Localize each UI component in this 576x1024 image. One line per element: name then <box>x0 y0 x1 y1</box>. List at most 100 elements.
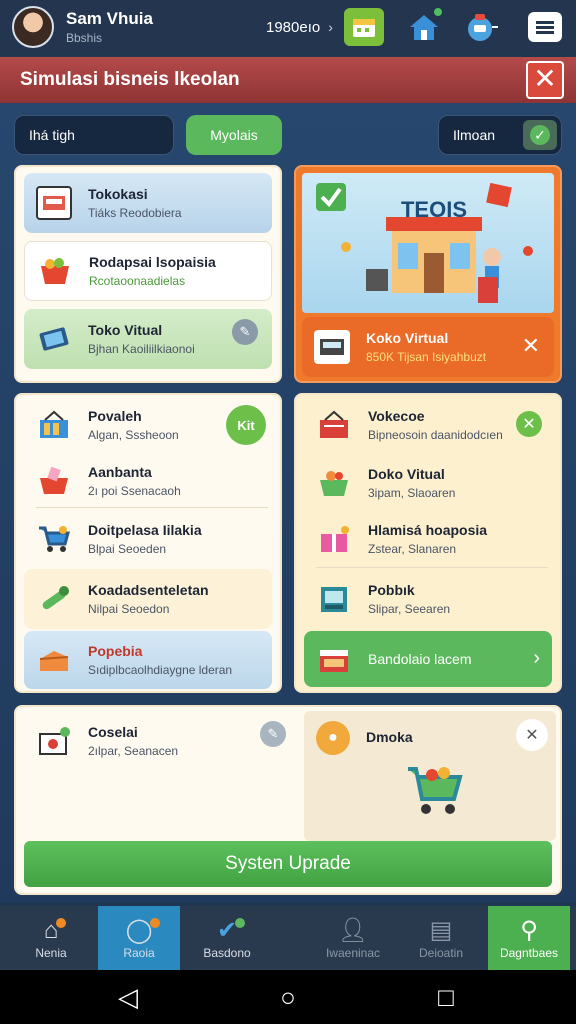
list-item-title: Doko Vitual <box>368 466 445 482</box>
list-item-title: Rodapsai lsopaisia <box>89 254 216 270</box>
close-icon[interactable]: ✕ <box>516 719 548 751</box>
menu-icon[interactable] <box>528 12 562 42</box>
balance-value: 1980eıo <box>266 18 321 36</box>
nav-item-check[interactable]: ✔ Basdono <box>186 906 268 970</box>
back-icon[interactable]: ◁ <box>108 982 148 1013</box>
divider <box>316 567 548 568</box>
close-icon[interactable]: ✕ <box>516 411 542 437</box>
list-item[interactable]: Povaleh Algan, Sssheoon Kit <box>24 397 272 453</box>
list-item-title: Pobbık <box>368 582 415 598</box>
notification-dot <box>432 6 444 18</box>
gift-box-icon <box>316 522 352 556</box>
nav-item-search[interactable]: ⚲ Dagntbaes <box>488 906 570 970</box>
chevron-right-icon: › <box>533 647 540 669</box>
kit-badge[interactable]: Kit <box>226 405 266 445</box>
bottom-nav: ⌂ Nenia ◯ Raoia ✔ Basdono 👤︎ Iwaeninac ▤… <box>0 906 576 970</box>
feature-row[interactable]: Koko Virtual 850K Tijsan Isiyahbuzt ✕ <box>302 317 554 377</box>
system-upgrade-button[interactable]: Systen Uprade <box>24 841 552 887</box>
calendar-icon[interactable] <box>344 8 384 46</box>
list-item-subtitle: Slipar, Seearen <box>368 602 451 616</box>
list-item-subtitle: Algan, Sssheoon <box>88 428 179 442</box>
right-filter-label: Ilmoan <box>453 127 496 143</box>
tab-active[interactable]: Myolais <box>186 115 282 155</box>
list-item[interactable]: Vokecoe Bipneosoin daanidodcıen ✕ <box>304 397 552 453</box>
robot-icon[interactable] <box>462 8 502 46</box>
list-item[interactable]: Doitpelasa Iilakia Blpai Seoeden <box>24 511 272 567</box>
feature-subtitle: 850K Tijsan Isiyahbuzt <box>366 350 487 364</box>
nav-item-active[interactable]: ◯ Raoia <box>98 906 180 970</box>
cart-panel[interactable]: ● Dmoka ✕ <box>304 711 556 841</box>
nav-label: Deioatin <box>418 946 464 960</box>
filter-toggle-icon[interactable]: ✓ <box>523 120 557 150</box>
list-item-title: Coselai <box>88 724 138 740</box>
register-icon <box>314 330 350 364</box>
close-icon[interactable]: ✕ <box>522 333 540 359</box>
main-board: Ihá tigh Myolais Ilmoan ✓ Tokokasi Tiáks… <box>0 103 576 903</box>
feature-card[interactable]: TEOIS Koko Virtual 850K Tijsan Isiyahbuz… <box>294 165 562 383</box>
close-button[interactable]: ✕ <box>526 61 564 99</box>
list-item[interactable]: Toko Vitual Bjhan Kaoiliilkiaonoi ✎ <box>24 309 272 369</box>
title-bar: Simulasi bisneis lkeolan ✕ <box>0 57 576 103</box>
search-input[interactable]: Ihá tigh <box>14 115 174 155</box>
crate-icon <box>36 408 72 442</box>
box-icon <box>36 643 72 677</box>
list-item[interactable]: Popebia Sıdiplbcaolhdiaygne lderan <box>24 631 272 689</box>
list-item[interactable]: Doko Vitual 3ipam, Slaoaren <box>304 455 552 511</box>
machine-icon <box>316 582 352 616</box>
divider <box>36 507 268 508</box>
feature-title: Koko Virtual <box>366 330 449 346</box>
list-item[interactable]: Tokokasi Tiáks Reodobiera <box>24 173 272 233</box>
home-circle-icon[interactable]: ○ <box>268 982 308 1013</box>
list-item-title: Koadadsenteletan <box>88 582 209 598</box>
list-item-title: Doitpelasa Iilakia <box>88 522 202 538</box>
cart-icon <box>36 522 72 556</box>
home-icon[interactable] <box>404 6 444 46</box>
list-item-title: Aanbanta <box>88 464 152 480</box>
list-item[interactable]: Koadadsenteletan Nilpai Seoedon <box>24 569 272 629</box>
balance-display[interactable]: 1980eıo › <box>266 19 333 36</box>
nav-item-home[interactable]: ⌂ Nenia <box>10 906 92 970</box>
wrench-icon <box>36 582 72 616</box>
avatar[interactable] <box>12 6 54 48</box>
nav-label: Iwaeninac <box>325 946 381 960</box>
nav-label: Raoia <box>123 946 155 960</box>
recents-icon[interactable]: □ <box>426 982 466 1013</box>
list-item-title: Hlamisá hoaposia <box>368 522 488 538</box>
cart-panel-title: Dmoka <box>366 729 413 745</box>
list-item[interactable]: Coselai 2ılpar, Seanacen ✎ <box>24 711 286 771</box>
list-item[interactable]: Pobbık Slipar, Seearen <box>304 571 552 627</box>
user-block: Sam Vhuia Bbshis <box>66 9 236 45</box>
edit-icon[interactable]: ✎ <box>232 319 258 345</box>
list-item-subtitle: Bipneosoin daanidodcıen <box>368 428 503 442</box>
list-item-subtitle: 2ı poi Ssenacaoh <box>88 484 181 498</box>
crate-red-icon <box>316 408 352 442</box>
list-item-subtitle: 3ipam, Slaoaren <box>368 486 456 500</box>
basket-icon <box>37 254 73 288</box>
shop-register-icon <box>36 186 72 220</box>
bottom-card: Coselai 2ılpar, Seanacen ✎ ● Dmoka ✕ Sys… <box>14 705 562 895</box>
house-icon: ⌂ <box>44 916 67 946</box>
list-item[interactable]: Aanbanta 2ı poi Ssenacaoh <box>24 453 272 509</box>
ring-icon: ◯ <box>126 916 161 946</box>
list-item-subtitle: Sıdiplbcaolhdiaygne lderan <box>88 663 233 677</box>
edit-icon[interactable]: ✎ <box>260 721 286 747</box>
list-item-subtitle: Zstear, Slanaren <box>368 542 457 556</box>
search-icon: ⚲ <box>520 917 538 944</box>
coin-icon: ● <box>316 721 350 755</box>
list-item[interactable]: Rodapsai lsopaisia Rcotaoonaadielas <box>24 241 272 301</box>
action-row[interactable]: Bandolaio lacem › <box>304 631 552 687</box>
nav-item-document[interactable]: ▤ Deioatin <box>400 906 482 970</box>
nav-item-person[interactable]: 👤︎ Iwaeninac <box>312 906 394 970</box>
list-item-subtitle: Tiáks Reodobiera <box>88 206 182 220</box>
store-illustration: TEOIS <box>302 173 554 313</box>
list-item[interactable]: Hlamisá hoaposia Zstear, Slanaren <box>304 511 552 567</box>
document-icon: ▤ <box>429 917 453 944</box>
user-subtitle: Bbshis <box>66 31 103 45</box>
user-name: Sam Vhuia <box>66 9 153 28</box>
nav-label: Nenia <box>35 946 67 960</box>
right-filter[interactable]: Ilmoan ✓ <box>438 115 562 155</box>
person-icon: 👤︎ <box>337 917 369 944</box>
basket-green-icon <box>316 466 352 500</box>
list-item-subtitle: Bjhan Kaoiliilkiaonoi <box>88 342 195 356</box>
list-item-title: Povaleh <box>88 408 142 424</box>
